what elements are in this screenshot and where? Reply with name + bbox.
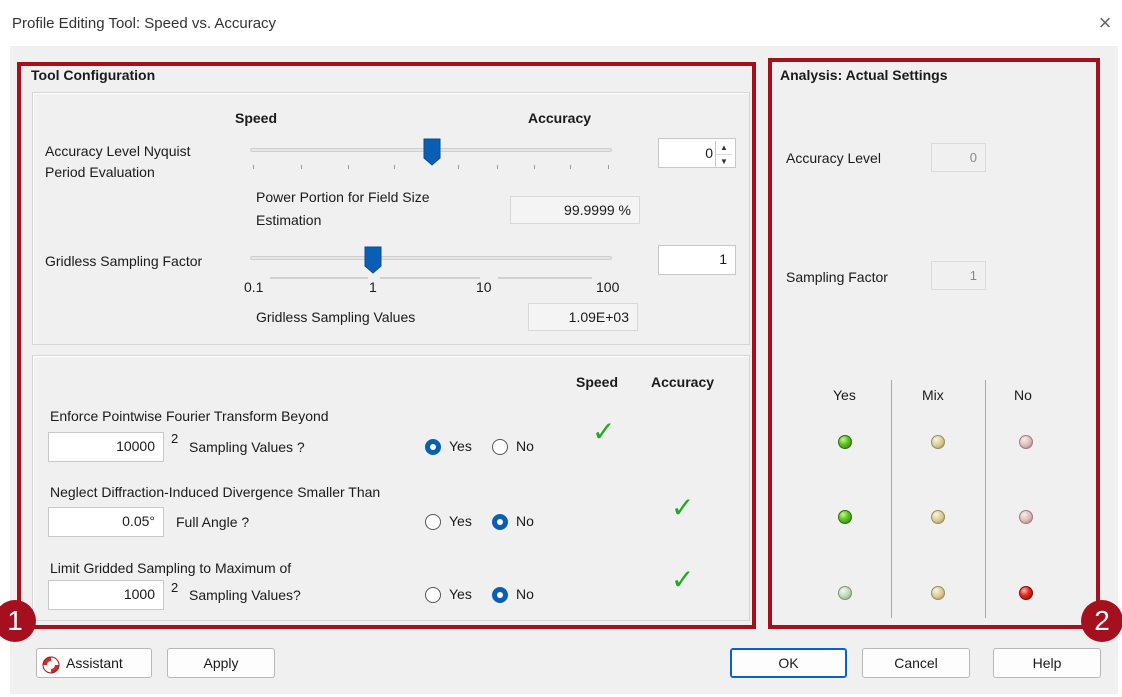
power-portion-label-line1: Power Portion for Field Size <box>256 189 430 205</box>
tool-configuration-title: Tool Configuration <box>29 67 158 83</box>
gridless-sampling-field[interactable]: 1 <box>658 245 736 275</box>
scale-label-10: 10 <box>476 279 492 295</box>
close-icon[interactable]: × <box>1093 11 1117 35</box>
option1-suffix: Sampling Values ? <box>189 439 305 455</box>
column-divider <box>891 380 892 618</box>
power-portion-value: 99.9999 % <box>510 196 640 224</box>
row1-no-indicator <box>1019 435 1033 449</box>
option2-yes-label[interactable]: Yes <box>449 513 472 529</box>
slider-tick <box>534 165 535 169</box>
option3-superscript: 2 <box>171 580 179 595</box>
speed-column-header: Speed <box>576 374 619 390</box>
scale-bar <box>380 277 480 279</box>
scale-bar <box>498 277 592 279</box>
slider-tick <box>253 165 254 169</box>
analysis-accuracy-label: Accuracy Level <box>786 150 881 166</box>
option2-yes-radio[interactable] <box>425 514 441 530</box>
accuracy-column-header: Accuracy <box>651 374 715 390</box>
slider-group <box>32 92 750 345</box>
slider-tick <box>497 165 498 169</box>
row3-mix-indicator <box>931 586 945 600</box>
analysis-title: Analysis: Actual Settings <box>778 67 950 83</box>
no-column-header: No <box>1014 387 1032 403</box>
column-divider <box>985 380 986 618</box>
option1-yes-label[interactable]: Yes <box>449 438 472 454</box>
accuracy-slider-thumb[interactable] <box>423 138 441 166</box>
option3-yes-label[interactable]: Yes <box>449 586 472 602</box>
gridless-slider-thumb[interactable] <box>364 246 382 274</box>
scale-label-1: 1 <box>369 279 377 295</box>
slider-tick <box>458 165 459 169</box>
slider-tick <box>608 165 609 169</box>
option1-speed-check-icon: ✓ <box>592 416 616 447</box>
help-button[interactable]: Help <box>993 648 1101 678</box>
row2-yes-indicator <box>838 510 852 524</box>
yes-column-header: Yes <box>833 387 856 403</box>
gridless-slider[interactable] <box>250 246 612 298</box>
row1-yes-indicator <box>838 435 852 449</box>
lifebuoy-icon <box>42 655 60 674</box>
option3-question: Limit Gridded Sampling to Maximum of <box>50 560 292 576</box>
spinner-buttons[interactable]: ▲ ▼ <box>715 141 732 167</box>
row1-mix-indicator <box>931 435 945 449</box>
gridless-sampling-label: Gridless Sampling Factor <box>45 253 203 269</box>
spin-up-icon[interactable]: ▲ <box>716 141 732 155</box>
slider-tick <box>570 165 571 169</box>
scale-bar <box>270 277 368 279</box>
assistant-button[interactable]: Assistant <box>36 648 152 678</box>
option3-accuracy-check-icon: ✓ <box>671 564 695 595</box>
spin-down-icon[interactable]: ▼ <box>716 155 732 168</box>
scale-label-100: 100 <box>596 279 620 295</box>
scale-label-0-1: 0.1 <box>244 279 264 295</box>
window-title: Profile Editing Tool: Speed vs. Accuracy <box>12 15 277 32</box>
slider-tick <box>348 165 349 169</box>
option1-no-label[interactable]: No <box>516 438 534 454</box>
slider-tick <box>394 165 395 169</box>
option1-superscript: 2 <box>171 431 179 446</box>
accuracy-level-spinner[interactable]: 0 ▲ ▼ <box>658 138 736 168</box>
title-bar: Profile Editing Tool: Speed vs. Accuracy… <box>0 0 1122 46</box>
mix-column-header: Mix <box>922 387 944 403</box>
row2-no-indicator <box>1019 510 1033 524</box>
option1-yes-radio[interactable] <box>425 439 441 455</box>
option1-no-radio[interactable] <box>492 439 508 455</box>
power-portion-label-line2: Estimation <box>256 212 322 228</box>
accuracy-heading: Accuracy <box>528 110 592 126</box>
speed-heading: Speed <box>235 110 278 126</box>
option2-suffix: Full Angle ? <box>176 514 250 530</box>
row3-yes-indicator <box>838 586 852 600</box>
accuracy-level-label-line2: Period Evaluation <box>45 164 155 180</box>
option2-no-radio[interactable] <box>492 514 508 530</box>
option3-value-field[interactable]: 1000 <box>48 580 164 610</box>
option3-suffix: Sampling Values? <box>189 587 301 603</box>
option2-question: Neglect Diffraction-Induced Divergence S… <box>50 484 381 500</box>
gridless-slider-track <box>250 256 612 260</box>
gridless-values-value: 1.09E+03 <box>528 303 638 331</box>
accuracy-level-value: 0 <box>705 145 713 161</box>
option2-value-field[interactable]: 0.05° <box>48 507 164 537</box>
option2-accuracy-check-icon: ✓ <box>671 492 695 523</box>
analysis-sampling-label: Sampling Factor <box>786 269 888 285</box>
slider-tick <box>301 165 302 169</box>
assistant-button-label: Assistant <box>66 655 123 671</box>
cancel-button[interactable]: Cancel <box>862 648 970 678</box>
row2-mix-indicator <box>931 510 945 524</box>
apply-button[interactable]: Apply <box>167 648 275 678</box>
row3-no-indicator <box>1019 586 1033 600</box>
gridless-values-label: Gridless Sampling Values <box>256 309 416 325</box>
analysis-sampling-value: 1 <box>931 261 986 290</box>
option1-question: Enforce Pointwise Fourier Transform Beyo… <box>50 408 329 424</box>
accuracy-slider[interactable] <box>250 138 612 180</box>
analysis-accuracy-value: 0 <box>931 143 986 172</box>
ok-button[interactable]: OK <box>730 648 847 678</box>
option2-no-label[interactable]: No <box>516 513 534 529</box>
option3-no-radio[interactable] <box>492 587 508 603</box>
accuracy-level-label-line1: Accuracy Level Nyquist <box>45 143 191 159</box>
option1-value-field[interactable]: 10000 <box>48 432 164 462</box>
callout-badge-2: 2 <box>1081 600 1122 642</box>
option3-yes-radio[interactable] <box>425 587 441 603</box>
option3-no-label[interactable]: No <box>516 586 534 602</box>
